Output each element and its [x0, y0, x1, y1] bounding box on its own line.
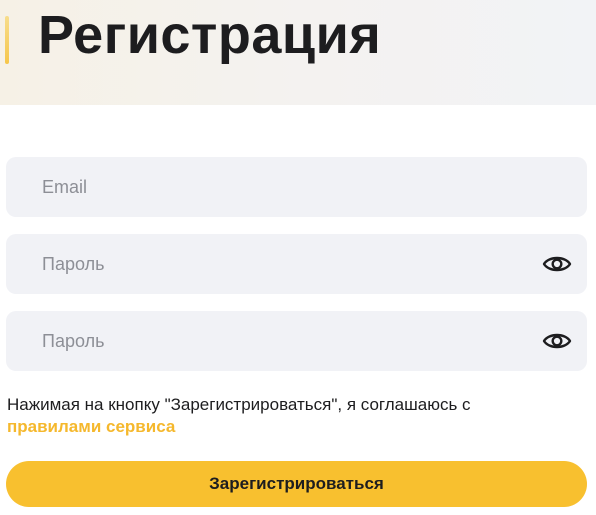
- password-confirm-field[interactable]: [6, 311, 587, 371]
- eye-icon[interactable]: [541, 329, 573, 353]
- terms-consent-text: Нажимая на кнопку "Зарегистрироваться", …: [7, 394, 567, 438]
- terms-link[interactable]: правилами сервиса: [7, 417, 175, 436]
- page-header: Регистрация: [0, 0, 596, 105]
- email-field-container: [6, 157, 587, 217]
- password-confirm-field-container: [6, 311, 587, 371]
- password-field[interactable]: [6, 234, 587, 294]
- email-field[interactable]: [6, 157, 587, 217]
- consent-text: Нажимая на кнопку "Зарегистрироваться", …: [7, 395, 471, 414]
- page-title: Регистрация: [38, 5, 382, 65]
- eye-icon[interactable]: [541, 252, 573, 276]
- header-accent-bar: [5, 16, 9, 64]
- register-button[interactable]: Зарегистрироваться: [6, 461, 587, 507]
- password-field-container: [6, 234, 587, 294]
